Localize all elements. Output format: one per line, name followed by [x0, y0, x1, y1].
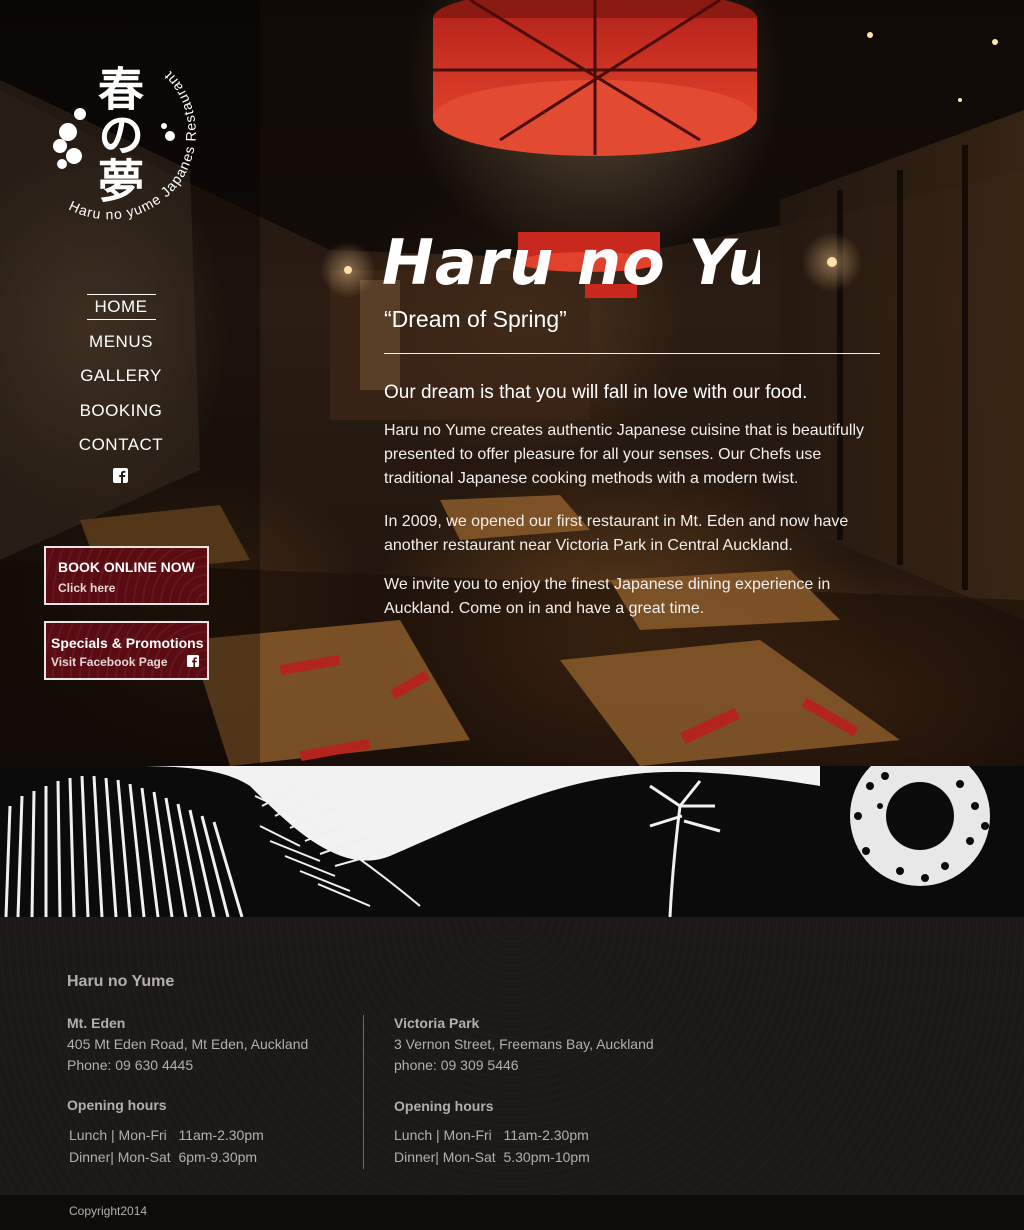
book-online-button[interactable]: BOOK ONLINE NOW Click here	[44, 546, 209, 605]
nav-menus[interactable]: MENUS	[60, 325, 182, 360]
nav-gallery[interactable]: GALLERY	[60, 359, 182, 394]
specials-promotions-button[interactable]: Specials & Promotions Visit Facebook Pag…	[44, 621, 209, 680]
tagline: “Dream of Spring”	[384, 306, 567, 332]
hours-dinner: Dinner| Mon-Sat 6pm-9.30pm	[69, 1149, 258, 1165]
nav-home[interactable]: HOME	[60, 290, 182, 325]
book-online-title: BOOK ONLINE NOW	[58, 559, 195, 575]
restaurant-logo[interactable]: 春の夢 Haru no yume Japanes Restaurant	[40, 44, 220, 234]
opening-hours-mt-eden: Lunch | Mon-Fri 11am-2.30pm Dinner| Mon-…	[69, 1124, 264, 1168]
history-paragraph: In 2009, we opened our first restaurant …	[384, 513, 849, 554]
nav-contact[interactable]: CONTACT	[60, 428, 182, 463]
divider	[384, 353, 880, 354]
copyright-bar: Copyright2014	[0, 1195, 1024, 1230]
svg-text:Haru no Yume: Haru no Yume	[382, 226, 760, 299]
hero-section: 春の夢 Haru no yume Japanes Restaurant HOME…	[0, 0, 1024, 766]
specials-title: Specials & Promotions	[51, 635, 204, 651]
specials-subtitle: Visit Facebook Page	[51, 655, 168, 669]
lead-heading: Our dream is that you will fall in love …	[384, 382, 808, 403]
location-name: Victoria Park	[394, 1015, 480, 1031]
nav-booking[interactable]: BOOKING	[60, 394, 182, 429]
opening-hours-heading: Opening hours	[394, 1098, 494, 1114]
book-online-subtitle: Click here	[58, 581, 116, 595]
hours-lunch: Lunch | Mon-Fri 11am-2.30pm	[69, 1127, 264, 1143]
opening-hours-victoria-park: Lunch | Mon-Fri 11am-2.30pm Dinner| Mon-…	[394, 1124, 590, 1168]
hours-dinner: Dinner| Mon-Sat 5.30pm-10pm	[394, 1149, 590, 1165]
hours-lunch: Lunch | Mon-Fri 11am-2.30pm	[394, 1127, 589, 1143]
invite-paragraph: We invite you to enjoy the finest Japane…	[384, 576, 831, 617]
decorative-art-band	[0, 766, 1024, 917]
location-address: 405 Mt Eden Road, Mt Eden, Auckland	[67, 1036, 309, 1052]
footer-title: Haru no Yume	[67, 973, 175, 990]
footer: Haru no Yume Mt. Eden 405 Mt Eden Road, …	[0, 917, 1024, 1195]
floral-artwork-image	[0, 766, 1024, 917]
intro-paragraph: Haru no Yume creates authentic Japanese …	[384, 422, 864, 487]
facebook-icon[interactable]	[113, 468, 128, 483]
location-mt-eden: Mt. Eden 405 Mt Eden Road, Mt Eden, Auck…	[67, 1013, 367, 1076]
location-name: Mt. Eden	[67, 1015, 126, 1031]
opening-hours-heading: Opening hours	[67, 1097, 167, 1113]
location-victoria-park: Victoria Park 3 Vernon Street, Freemans …	[394, 1013, 694, 1076]
copyright-text: Copyright2014	[69, 1204, 148, 1218]
location-phone[interactable]: phone: 09 309 5446	[394, 1055, 694, 1076]
column-divider	[363, 1015, 364, 1169]
logo-kanji: 春の夢	[91, 65, 145, 203]
main-nav: HOME MENUS GALLERY BOOKING CONTACT	[60, 290, 182, 463]
brand-wordmark: Haru no Yume	[382, 226, 760, 299]
location-address: 3 Vernon Street, Freemans Bay, Auckland	[394, 1036, 654, 1052]
location-phone[interactable]: Phone: 09 630 4445	[67, 1055, 367, 1076]
facebook-icon	[187, 655, 199, 667]
